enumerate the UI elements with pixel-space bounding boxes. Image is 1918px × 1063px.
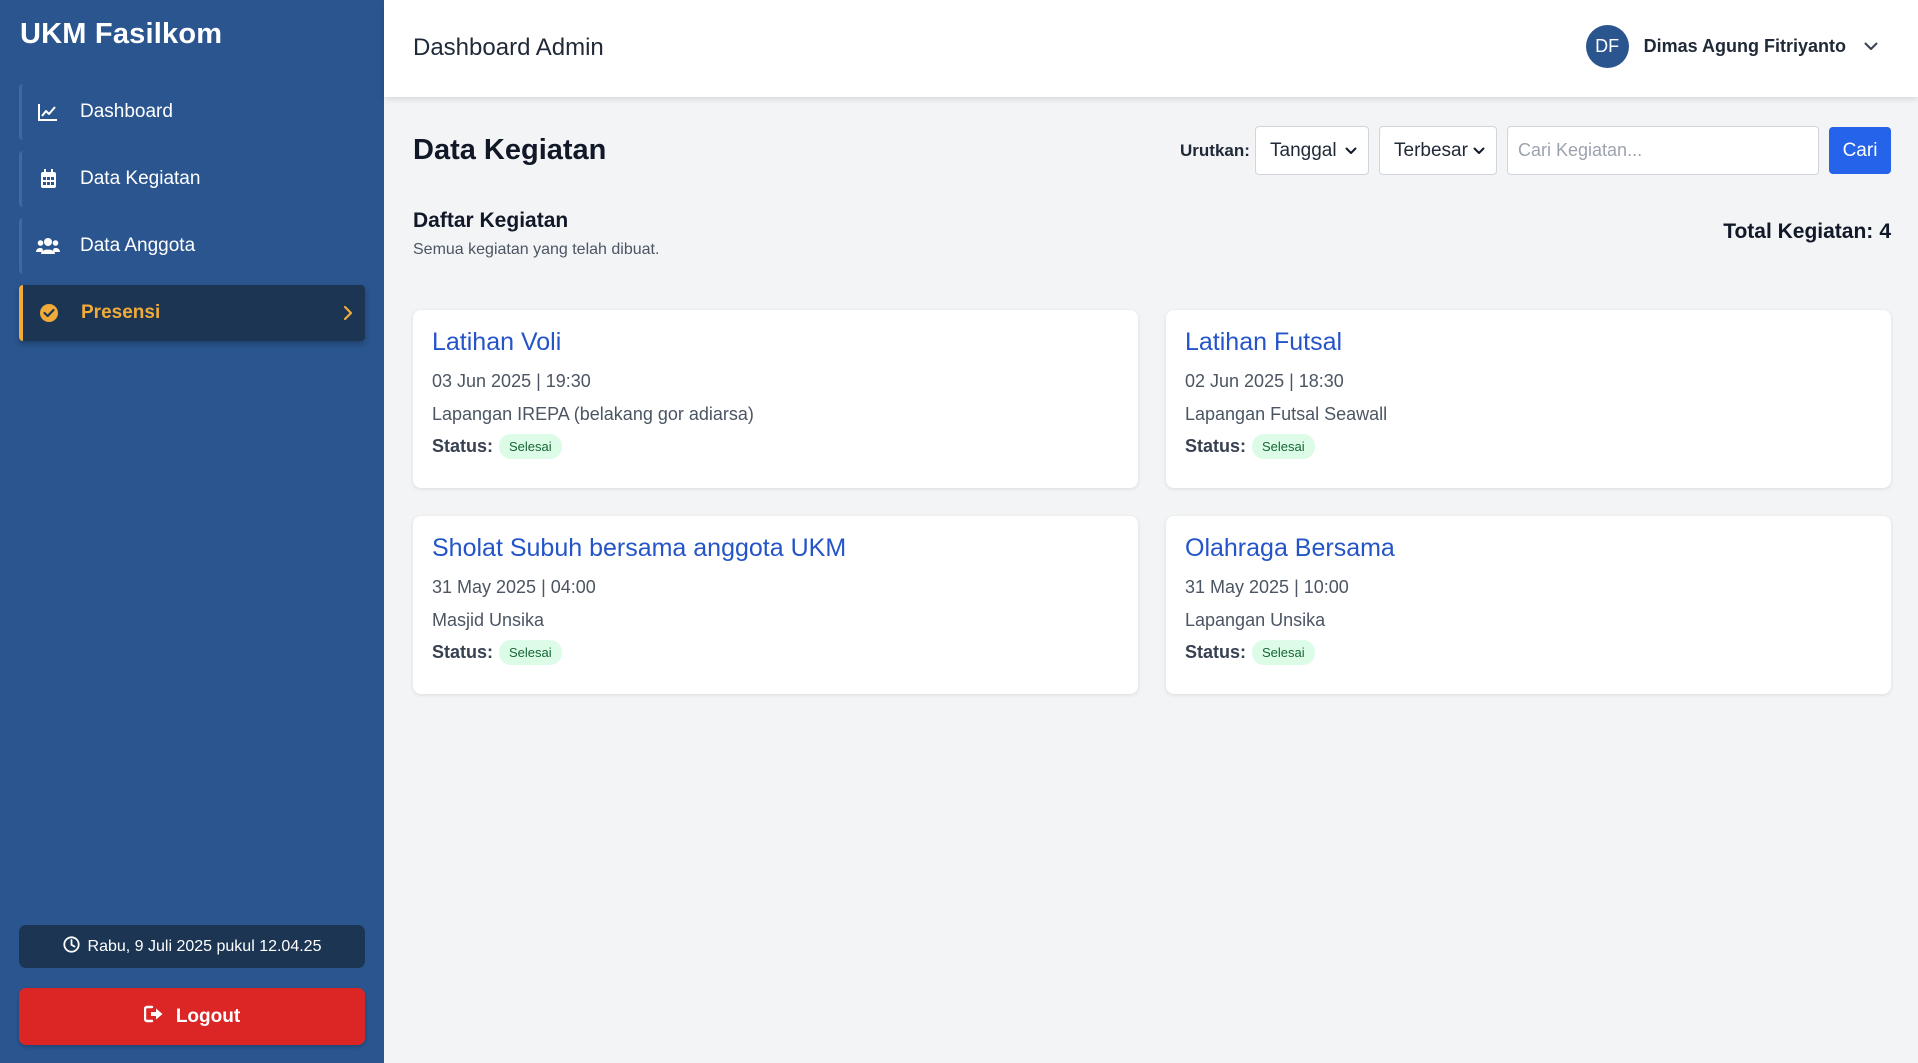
datetime-display: Rabu, 9 Juli 2025 pukul 12.04.25 [19,925,365,968]
status-badge: Selesai [1252,640,1315,665]
logout-label: Logout [175,1005,241,1027]
activity-card[interactable]: Sholat Subuh bersama anggota UKM 31 May … [413,516,1138,694]
status-badge: Selesai [499,640,562,665]
activity-title[interactable]: Latihan Voli [432,328,1119,357]
sort-field-value: Tanggal [1270,139,1337,161]
sort-order-select[interactable]: Terbesar [1379,126,1497,175]
activity-title[interactable]: Sholat Subuh bersama anggota UKM [432,534,1119,563]
activity-title[interactable]: Latihan Futsal [1185,328,1872,357]
user-menu[interactable]: DF Dimas Agung Fitriyanto [1585,25,1878,68]
status-label: Status: [432,642,494,662]
activity-status: Status: Selesai [1185,640,1872,665]
check-circle-icon [37,301,61,325]
top-header: Dashboard Admin DF Dimas Agung Fitriyant… [384,0,1918,97]
activity-datetime: 31 May 2025 | 10:00 [1185,577,1349,597]
status-label: Status: [1185,436,1247,456]
total-count: Total Kegiatan: 4 [1723,220,1891,244]
page-title: Data Kegiatan [413,134,607,166]
avatar: DF [1585,25,1629,68]
status-badge: Selesai [1252,434,1315,459]
activity-location: Lapangan Unsika [1185,610,1326,630]
list-subtitle: Semua kegiatan yang telah dibuat. [413,241,660,258]
activity-card[interactable]: Olahraga Bersama 31 May 2025 | 10:00 Lap… [1166,516,1891,694]
total-value: 4 [1879,220,1891,243]
chart-line-icon [36,100,60,124]
activity-location: Masjid Unsika [432,610,545,630]
activity-location: Lapangan Futsal Seawall [1185,404,1388,424]
activity-status: Status: Selesai [432,640,1119,665]
sidebar-item-data-anggota[interactable]: Data Anggota [19,218,365,274]
chevron-down-icon [1473,147,1485,155]
status-badge: Selesai [499,434,562,459]
chevron-right-icon [343,305,353,321]
sidebar-item-label: Dashboard [80,101,173,122]
list-title: Daftar Kegiatan [413,209,569,232]
calendar-icon [36,167,60,191]
activity-datetime: 31 May 2025 | 04:00 [432,577,596,597]
activity-card[interactable]: Latihan Voli 03 Jun 2025 | 19:30 Lapanga… [413,310,1138,488]
sidebar-item-label: Presensi [81,302,161,323]
brand-title: UKM Fasilkom [20,18,223,50]
sort-order-value: Terbesar [1394,139,1468,161]
search-input[interactable] [1507,126,1819,175]
activity-title[interactable]: Olahraga Bersama [1185,534,1872,563]
activity-datetime: 03 Jun 2025 | 19:30 [432,371,591,391]
sidebar-item-label: Data Kegiatan [80,168,201,189]
activity-status: Status: Selesai [1185,434,1872,459]
sidebar-item-data-kegiatan[interactable]: Data Kegiatan [19,151,365,207]
sort-field-select[interactable]: Tanggal [1255,126,1369,175]
activity-location: Lapangan IREPA (belakang gor adiarsa) [432,404,754,424]
status-label: Status: [1185,642,1247,662]
header-title: Dashboard Admin [413,34,604,61]
sidebar-item-presensi[interactable]: Presensi [19,285,365,341]
status-label: Status: [432,436,494,456]
activity-card[interactable]: Latihan Futsal 02 Jun 2025 | 18:30 Lapan… [1166,310,1891,488]
clock-icon [62,935,80,958]
logout-button[interactable]: Logout [19,988,365,1045]
sidebar: UKM Fasilkom Dashboard Data Kegiatan Dat… [0,0,384,1063]
sidebar-nav: Dashboard Data Kegiatan Data Anggota Pre… [19,84,365,352]
activity-status: Status: Selesai [432,434,1119,459]
datetime-text: Rabu, 9 Juli 2025 pukul 12.04.25 [87,937,322,955]
total-label: Total Kegiatan: [1723,220,1874,243]
chevron-down-icon [1864,38,1878,56]
sort-label: Urutkan: [1180,141,1250,160]
sign-out-icon [143,1005,164,1029]
user-name: Dimas Agung Fitriyanto [1643,36,1846,56]
chevron-down-icon [1345,147,1357,155]
sidebar-item-label: Data Anggota [80,235,196,256]
sidebar-item-dashboard[interactable]: Dashboard [19,84,365,140]
activity-datetime: 02 Jun 2025 | 18:30 [1185,371,1344,391]
users-icon [36,234,60,258]
search-button[interactable]: Cari [1829,127,1891,174]
